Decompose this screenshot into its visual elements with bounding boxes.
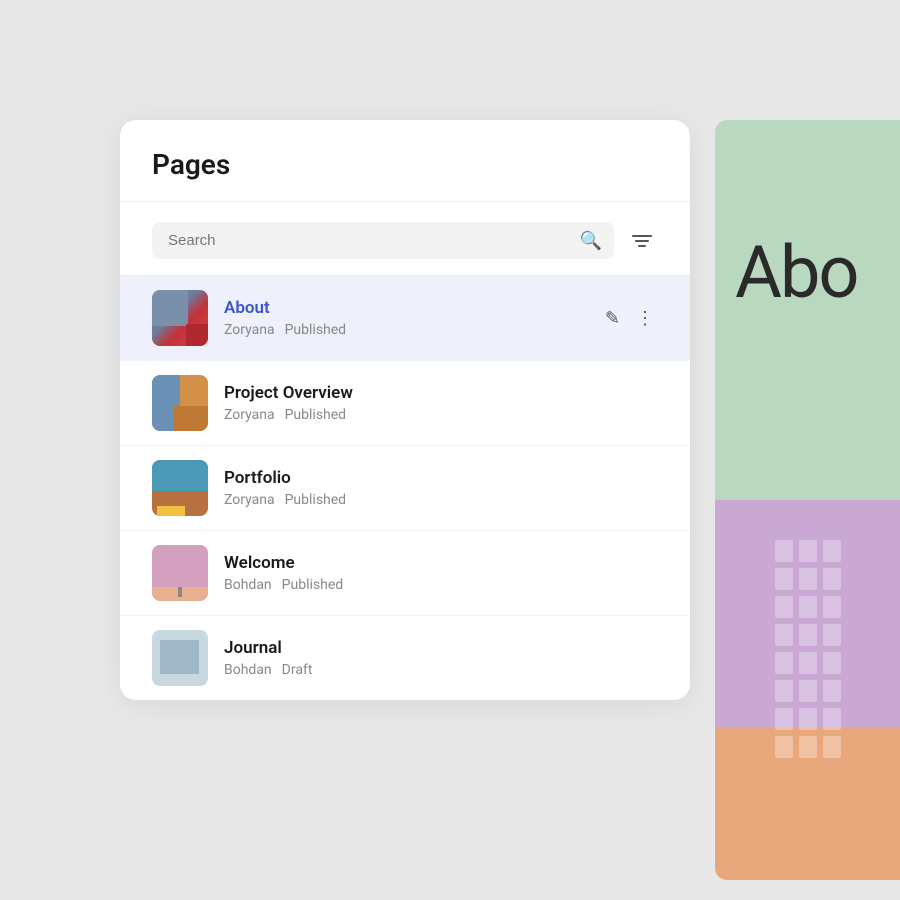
panel-header: Pages	[120, 120, 690, 202]
page-thumbnail	[152, 630, 208, 686]
page-thumbnail	[152, 460, 208, 516]
list-item[interactable]: Project Overview Zoryana Published	[120, 361, 690, 446]
page-author: Bohdan	[224, 577, 272, 593]
page-thumbnail	[152, 375, 208, 431]
list-item[interactable]: Portfolio Zoryana Published	[120, 446, 690, 531]
edit-button[interactable]: ✎	[601, 304, 624, 333]
list-item[interactable]: AboutZoryanaPublished✎⋮	[120, 276, 690, 361]
page-status: Published	[285, 492, 346, 508]
page-status: Published	[285, 322, 346, 338]
page-actions: ✎⋮	[601, 304, 658, 333]
page-thumbnail	[152, 290, 208, 346]
search-input[interactable]	[152, 222, 614, 259]
page-author: Bohdan	[224, 662, 272, 678]
page-meta: Bohdan Draft	[224, 662, 658, 678]
filter-button[interactable]	[626, 229, 658, 253]
page-meta: Bohdan Published	[224, 577, 658, 593]
more-button[interactable]: ⋮	[632, 304, 658, 333]
page-meta: Zoryana Published	[224, 492, 658, 508]
page-info: Project Overview Zoryana Published	[224, 383, 658, 423]
preview-building-graphic	[715, 500, 900, 880]
page-info: About Zoryana Published	[224, 298, 585, 338]
preview-image	[715, 500, 900, 880]
page-status: Published	[282, 577, 343, 593]
page-name: Project Overview	[224, 383, 658, 403]
page-thumbnail	[152, 545, 208, 601]
page-author: Zoryana	[224, 407, 275, 423]
preview-panel: Abo	[715, 120, 900, 880]
page-status: Draft	[282, 662, 313, 678]
page-status: Published	[285, 407, 346, 423]
panel-title: Pages	[152, 148, 658, 181]
page-meta: Zoryana Published	[224, 407, 658, 423]
page-author: Zoryana	[224, 492, 275, 508]
filter-icon	[632, 235, 652, 247]
preview-title: Abo	[735, 230, 857, 315]
search-wrapper: 🔍	[152, 222, 614, 259]
page-name: Portfolio	[224, 468, 658, 488]
page-name: Welcome	[224, 553, 658, 573]
page-meta: Zoryana Published	[224, 322, 585, 338]
search-icon: 🔍	[580, 230, 602, 251]
page-author: Zoryana	[224, 322, 275, 338]
page-list: AboutZoryanaPublished✎⋮Project OverviewZ…	[120, 276, 690, 700]
page-name: About	[224, 298, 585, 318]
building-windows	[775, 540, 841, 758]
pages-panel: Pages 🔍 AboutZoryanaPublished✎⋮Project O…	[120, 120, 690, 700]
list-item[interactable]: Journal Bohdan Draft	[120, 616, 690, 700]
search-bar-row: 🔍	[120, 202, 690, 276]
list-item[interactable]: Welcome Bohdan Published	[120, 531, 690, 616]
page-info: Journal Bohdan Draft	[224, 638, 658, 678]
page-name: Journal	[224, 638, 658, 658]
page-info: Welcome Bohdan Published	[224, 553, 658, 593]
page-info: Portfolio Zoryana Published	[224, 468, 658, 508]
